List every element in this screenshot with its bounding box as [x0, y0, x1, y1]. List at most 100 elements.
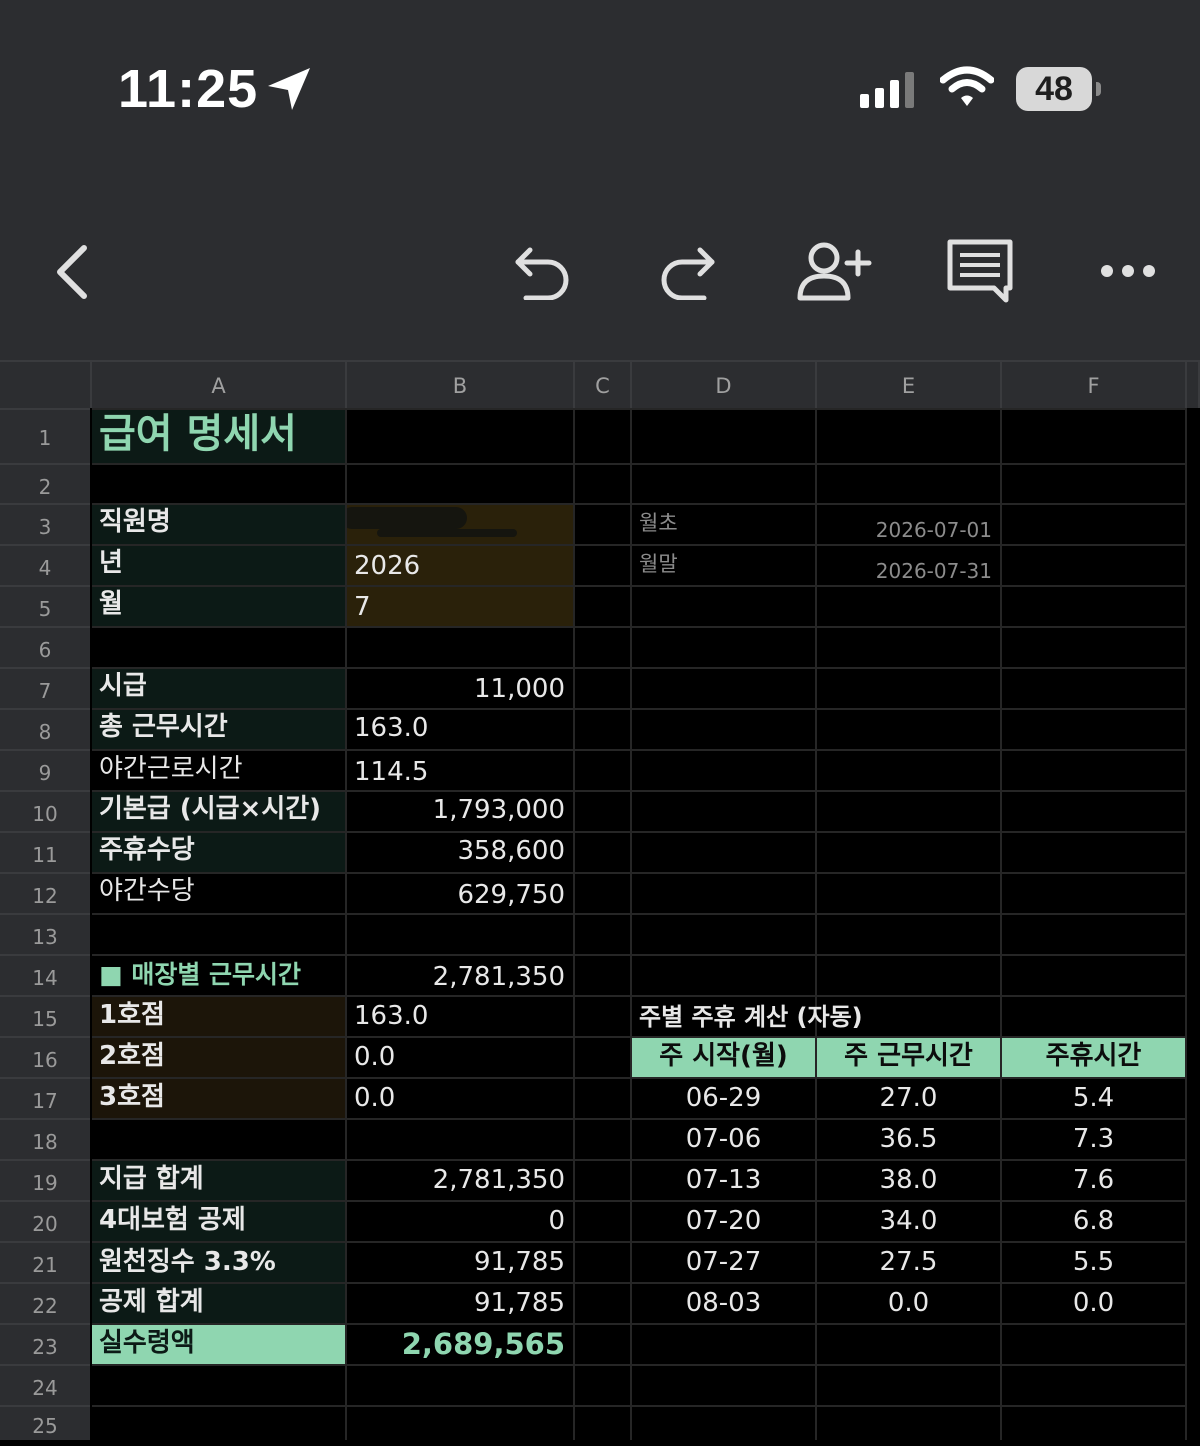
cell-b17[interactable]: 0.0 [347, 1077, 575, 1118]
week-start-cell[interactable]: 07-13 [632, 1159, 817, 1200]
grid-cell-f8[interactable] [1002, 708, 1187, 749]
week-hours-cell[interactable]: 34.0 [817, 1200, 1002, 1241]
row-header-15[interactable]: 15 [0, 995, 90, 1036]
week-hours-cell[interactable]: 27.5 [817, 1241, 1002, 1282]
cell-b15[interactable]: 163.0 [347, 995, 575, 1036]
cell-b11[interactable]: 358,600 [347, 831, 575, 872]
grid-cell-d24[interactable] [632, 1364, 817, 1405]
grid-cell-f6[interactable] [1002, 626, 1187, 667]
cell-a21[interactable]: 원천징수 3.3% [92, 1241, 347, 1282]
grid-cell-f15[interactable] [1002, 995, 1187, 1036]
row-header-1[interactable]: 1 [0, 408, 90, 463]
cell-d15-weekly-title[interactable]: 주별 주휴 계산 (자동) [632, 995, 1002, 1036]
week-hours-cell[interactable]: 38.0 [817, 1159, 1002, 1200]
cell-e3[interactable]: 2026-07-01 [817, 503, 1002, 544]
grid-cell-d8[interactable] [632, 708, 817, 749]
grid-cell-d1[interactable] [632, 408, 817, 463]
row-header-2[interactable]: 2 [0, 463, 90, 503]
grid-cell-f12[interactable] [1002, 872, 1187, 913]
grid-cell-c10[interactable] [575, 790, 632, 831]
row-header-13[interactable]: 13 [0, 913, 90, 954]
grid-cell-d13[interactable] [632, 913, 817, 954]
cell-a8[interactable]: 총 근무시간 [92, 708, 347, 749]
grid-cell-c4[interactable] [575, 544, 632, 585]
cell-a19[interactable]: 지급 합계 [92, 1159, 347, 1200]
cell-a7[interactable]: 시급 [92, 667, 347, 708]
grid-cell-c7[interactable] [575, 667, 632, 708]
cell-a22[interactable]: 공제 합계 [92, 1282, 347, 1323]
grid-cell-f11[interactable] [1002, 831, 1187, 872]
redo-icon[interactable] [658, 244, 718, 300]
grid-cell-c16[interactable] [575, 1036, 632, 1077]
grid-cell-b25[interactable] [347, 1405, 575, 1440]
grid-cell-f7[interactable] [1002, 667, 1187, 708]
grid-cell-a18[interactable] [92, 1118, 347, 1159]
cell-a4[interactable]: 년 [92, 544, 347, 585]
grid-cell-f2[interactable] [1002, 463, 1187, 503]
grid-cell-f13[interactable] [1002, 913, 1187, 954]
cell-b9[interactable]: 114.5 [347, 749, 575, 790]
week-holiday-cell[interactable]: 5.5 [1002, 1241, 1187, 1282]
back-chevron-icon[interactable] [52, 242, 92, 302]
grid-cell-e8[interactable] [817, 708, 1002, 749]
cell-a10[interactable]: 기본급 (시급×시간) [92, 790, 347, 831]
row-header-24[interactable]: 24 [0, 1364, 90, 1405]
grid-cell-e7[interactable] [817, 667, 1002, 708]
row-header-21[interactable]: 21 [0, 1241, 90, 1282]
cell-b22[interactable]: 91,785 [347, 1282, 575, 1323]
cell-b14[interactable]: 2,781,350 [347, 954, 575, 995]
cell-a11[interactable]: 주휴수당 [92, 831, 347, 872]
row-header-8[interactable]: 8 [0, 708, 90, 749]
cell-b20[interactable]: 0 [347, 1200, 575, 1241]
cell-a15[interactable]: 1호점 [92, 995, 347, 1036]
week-start-cell[interactable]: 08-03 [632, 1282, 817, 1323]
column-header-e[interactable]: E [817, 360, 1002, 408]
grid-cell-d14[interactable] [632, 954, 817, 995]
week-holiday-cell[interactable]: 0.0 [1002, 1282, 1187, 1323]
row-header-20[interactable]: 20 [0, 1200, 90, 1241]
grid-cell-c13[interactable] [575, 913, 632, 954]
cell-b5[interactable]: 7 [347, 585, 575, 626]
select-all-corner[interactable] [0, 360, 92, 408]
week-holiday-cell[interactable]: 7.6 [1002, 1159, 1187, 1200]
grid-cell-d5[interactable] [632, 585, 817, 626]
grid-cell-f5[interactable] [1002, 585, 1187, 626]
week-start-cell[interactable]: 07-27 [632, 1241, 817, 1282]
cell-b21[interactable]: 91,785 [347, 1241, 575, 1282]
undo-icon[interactable] [512, 244, 572, 300]
grid-cell-b24[interactable] [347, 1364, 575, 1405]
grid-cell-c24[interactable] [575, 1364, 632, 1405]
grid-cell-e10[interactable] [817, 790, 1002, 831]
cell-b19[interactable]: 2,781,350 [347, 1159, 575, 1200]
grid-cell-d6[interactable] [632, 626, 817, 667]
grid-cell-c23[interactable] [575, 1323, 632, 1364]
grid-cell-c19[interactable] [575, 1159, 632, 1200]
cell-a14-section[interactable]: ■ 매장별 근무시간 [92, 954, 347, 995]
grid-cell-c17[interactable] [575, 1077, 632, 1118]
cell-b12[interactable]: 629,750 [347, 872, 575, 913]
cell-a9[interactable]: 야간근로시간 [92, 749, 347, 790]
week-hours-cell[interactable]: 0.0 [817, 1282, 1002, 1323]
grid-cell-e11[interactable] [817, 831, 1002, 872]
grid-cell-a24[interactable] [92, 1364, 347, 1405]
grid-cell-f25[interactable] [1002, 1405, 1187, 1440]
add-person-icon[interactable] [796, 240, 872, 302]
cell-a17[interactable]: 3호점 [92, 1077, 347, 1118]
cell-b16[interactable]: 0.0 [347, 1036, 575, 1077]
grid-cell-e5[interactable] [817, 585, 1002, 626]
row-header-9[interactable]: 9 [0, 749, 90, 790]
grid-cell-a6[interactable] [92, 626, 347, 667]
row-header-14[interactable]: 14 [0, 954, 90, 995]
grid-cell-a13[interactable] [92, 913, 347, 954]
grid-cell-c1[interactable] [575, 408, 632, 463]
grid-cell-d7[interactable] [632, 667, 817, 708]
cell-b3-redacted[interactable] [347, 503, 575, 544]
grid-cell-e25[interactable] [817, 1405, 1002, 1440]
grid-cell-c14[interactable] [575, 954, 632, 995]
week-holiday-cell[interactable]: 6.8 [1002, 1200, 1187, 1241]
column-header-g[interactable] [1187, 360, 1200, 408]
grid-cell-b1[interactable] [347, 408, 575, 463]
grid-cell-d10[interactable] [632, 790, 817, 831]
grid-cell-c5[interactable] [575, 585, 632, 626]
grid-cell-c21[interactable] [575, 1241, 632, 1282]
